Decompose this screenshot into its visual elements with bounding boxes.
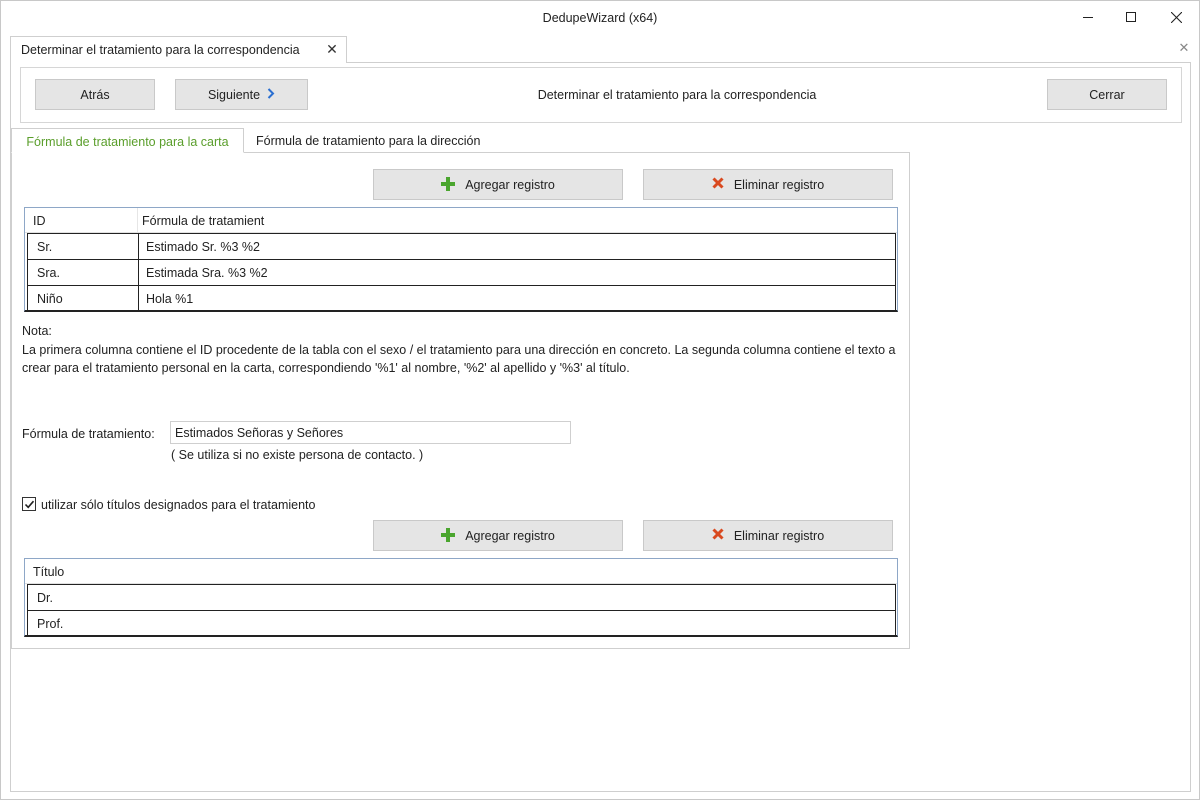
note-title: Nota: [22, 324, 52, 338]
minimize-button[interactable] [1065, 1, 1111, 33]
cell-title[interactable]: Dr. [37, 591, 53, 605]
grid-header: ID Fórmula de tratamient [25, 208, 897, 233]
plus-icon [441, 527, 456, 544]
cell-id[interactable]: Sr. [37, 240, 52, 254]
salutation-grid[interactable]: ID Fórmula de tratamient Sr. Estimado Sr… [24, 207, 898, 312]
formula-hint: ( Se utiliza si no existe persona de con… [171, 448, 424, 462]
grid-header: Título [25, 559, 897, 584]
document-tab-label: Determinar el tratamiento para la corres… [21, 43, 300, 57]
checkmark-icon [24, 500, 34, 508]
close-wizard-button[interactable]: Cerrar [1047, 79, 1167, 110]
cell-id[interactable]: Niño [37, 292, 63, 306]
add-title-label: Agregar registro [465, 528, 555, 543]
table-row[interactable]: Sra. Estimada Sra. %3 %2 [27, 259, 896, 286]
column-header-formula[interactable]: Fórmula de tratamient [142, 214, 264, 228]
cell-title[interactable]: Prof. [37, 617, 63, 631]
delete-title-label: Eliminar registro [733, 528, 825, 543]
cross-icon [712, 528, 724, 543]
cross-icon [712, 177, 724, 192]
document-tab[interactable]: Determinar el tratamiento para la corres… [10, 36, 347, 63]
next-button-label: Siguiente [207, 87, 261, 102]
add-record-label: Agregar registro [465, 177, 555, 192]
designated-titles-checkbox[interactable] [22, 497, 36, 511]
column-header-title[interactable]: Título [33, 565, 64, 579]
maximize-button[interactable] [1108, 1, 1154, 33]
formula-input[interactable] [170, 421, 571, 444]
delete-record-label: Eliminar registro [733, 177, 825, 192]
chevron-right-icon [267, 87, 275, 102]
cell-formula[interactable]: Estimada Sra. %3 %2 [146, 266, 268, 280]
window-title: DedupeWizard (x64) [542, 11, 658, 25]
close-icon [1170, 11, 1182, 23]
table-row[interactable]: Sr. Estimado Sr. %3 %2 [27, 233, 896, 260]
cell-separator [138, 260, 139, 286]
table-row[interactable]: Prof. [27, 610, 896, 636]
cell-separator [138, 234, 139, 260]
cell-separator [138, 286, 139, 312]
tab-letter-salutation[interactable]: Fórmula de tratamiento para la carta [11, 128, 244, 153]
table-row[interactable]: Dr. [27, 584, 896, 610]
back-button-label: Atrás [80, 87, 110, 102]
next-button[interactable]: Siguiente [175, 79, 308, 110]
delete-record-button[interactable]: Eliminar registro [643, 169, 893, 200]
close-wizard-label: Cerrar [1089, 87, 1125, 102]
column-separator [137, 208, 138, 232]
cell-formula[interactable]: Estimado Sr. %3 %2 [146, 240, 260, 254]
tab-address-salutation[interactable]: Fórmula de tratamiento para la dirección [256, 128, 506, 153]
title-bar: DedupeWizard (x64) [1, 1, 1199, 35]
document-tab-close-icon[interactable]: ✕ [324, 40, 340, 58]
app-window: DedupeWizard (x64) Determinar el tratami… [0, 0, 1200, 800]
plus-icon [441, 176, 456, 193]
titles-grid[interactable]: Título Dr. Prof. [24, 558, 898, 637]
maximize-icon [1126, 12, 1136, 22]
column-header-id[interactable]: ID [33, 214, 46, 228]
add-title-button[interactable]: Agregar registro [373, 520, 623, 551]
formula-label: Fórmula de tratamiento: [22, 427, 155, 441]
note-body: La primera columna contiene el ID proced… [22, 343, 896, 375]
cell-formula[interactable]: Hola %1 [146, 292, 193, 306]
designated-titles-label[interactable]: utilizar sólo títulos designados para el… [41, 498, 315, 512]
table-row[interactable]: Niño Hola %1 [27, 285, 896, 312]
document-area-close-icon[interactable]: ✕ [1177, 41, 1191, 55]
step-title: Determinar el tratamiento para la corres… [537, 88, 817, 102]
cell-id[interactable]: Sra. [37, 266, 60, 280]
back-button[interactable]: Atrás [35, 79, 155, 110]
delete-title-button[interactable]: Eliminar registro [643, 520, 893, 551]
add-record-button[interactable]: Agregar registro [373, 169, 623, 200]
minimize-icon [1083, 17, 1093, 18]
window-close-button[interactable] [1153, 1, 1199, 33]
